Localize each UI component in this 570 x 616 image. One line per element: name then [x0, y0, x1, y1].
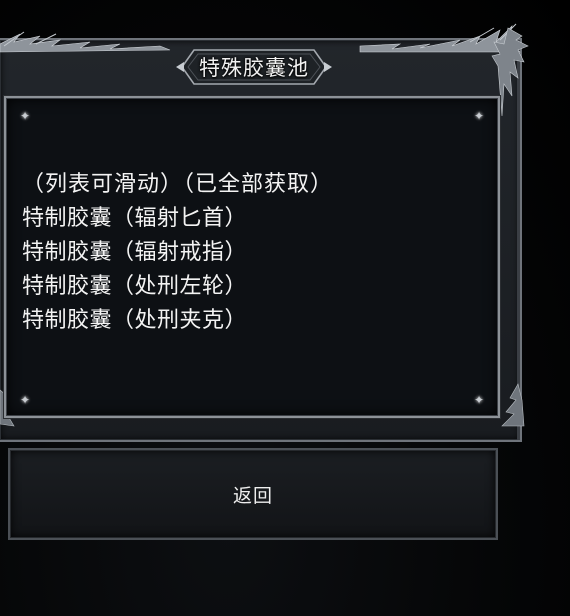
back-button-label: 返回 — [232, 484, 273, 507]
sparkle-star-icon: ✦ — [473, 109, 484, 123]
capsule-list[interactable]: （列表可滑动）（已全部获取） 特制胶囊（辐射匕首） 特制胶囊（辐射戒指） 特制胶… — [22, 168, 333, 338]
back-button[interactable]: 返回 — [8, 448, 498, 540]
list-item[interactable]: 特制胶囊（处刑夹克） — [22, 304, 333, 338]
capsule-list-box[interactable]: ✦ ✦ ✦ ✦ （列表可滑动）（已全部获取） 特制胶囊（辐射匕首） 特制胶囊（辐… — [4, 96, 500, 418]
list-item[interactable]: 特制胶囊（辐射匕首） — [22, 202, 333, 236]
sparkle-star-icon: ✦ — [20, 109, 31, 123]
list-note: （列表可滑动）（已全部获取） — [22, 172, 334, 197]
sparkle-star-icon: ✦ — [473, 393, 484, 407]
dialog-title: 特殊胶囊池 — [199, 56, 309, 80]
dialog-title-plate: 特殊胶囊池 — [176, 44, 332, 90]
sparkle-star-icon: ✦ — [20, 393, 31, 407]
list-item[interactable]: 特制胶囊（辐射戒指） — [22, 236, 333, 270]
list-item[interactable]: 特制胶囊（处刑左轮） — [22, 270, 333, 304]
